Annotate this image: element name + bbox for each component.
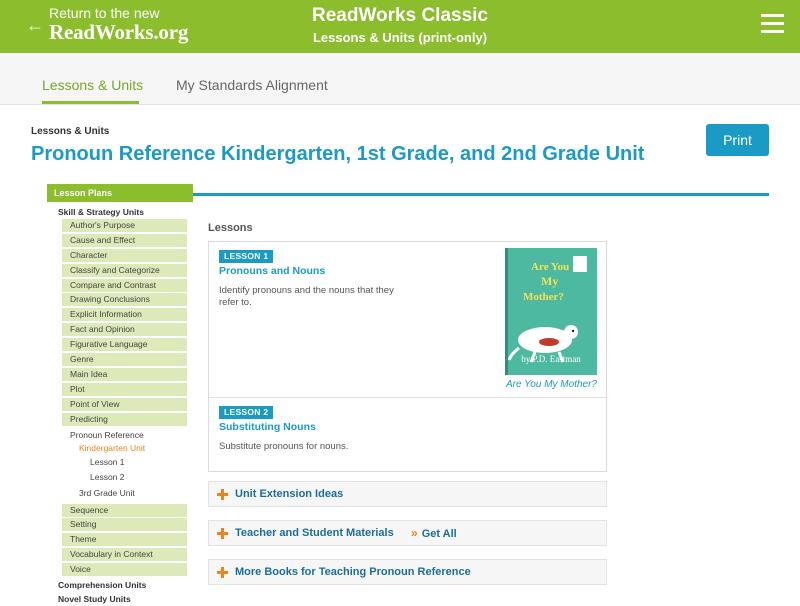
return-link-line1: Return to the new [49, 5, 160, 21]
book-cover-image[interactable]: Are You My Mother? by P.D. Eastman [505, 248, 597, 375]
svg-text:Mother?: Mother? [523, 291, 564, 303]
sidebar-item-drawing-conclusions[interactable]: Drawing Conclusions [62, 293, 187, 307]
sidebar-item-cause-and-effect[interactable]: Cause and Effect [62, 233, 187, 247]
sidebar-item-predicting[interactable]: Predicting [62, 412, 187, 426]
lesson-1-description: Identify pronouns and the nouns that the… [219, 285, 394, 308]
site-title: ReadWorks Classic [311, 5, 488, 26]
tab-bar: Lessons & Units My Standards Alignment [0, 53, 800, 105]
sidebar-item-lesson-2[interactable]: Lesson 2 [47, 471, 193, 484]
readworks-logo-text: ReadWorks.org [49, 20, 189, 44]
site-subtitle: Lessons & Units (print-only) [312, 30, 488, 45]
sidebar-item-fact-and-opinion[interactable]: Fact and Opinion [62, 323, 187, 337]
sidebar-item-point-of-view[interactable]: Point of View [62, 397, 187, 411]
sidebar-item-classify-and-categorize[interactable]: Classify and Categorize [62, 263, 187, 277]
sidebar-item-genre[interactable]: Genre [62, 353, 187, 367]
sidebar-skill-list: Author's Purpose Cause and Effect Characte… [47, 219, 193, 426]
get-all-link[interactable]: » Get All [411, 526, 457, 540]
accordion-more-books[interactable]: More Books for Teaching Pronoun Referenc… [208, 559, 607, 585]
book-title-link[interactable]: Are You My Mother? [499, 379, 597, 390]
sidebar-item-voice[interactable]: Voice [62, 563, 187, 577]
lesson-2-badge: LESSON 2 [219, 406, 274, 419]
sidebar-section-skill-strategy[interactable]: Skill & Strategy Units [47, 205, 193, 219]
header-divider [193, 193, 769, 196]
sidebar-heading-lesson-plans[interactable]: Lesson Plans [47, 184, 193, 202]
sidebar-item-compare-and-contrast[interactable]: Compare and Contrast [62, 278, 187, 292]
lesson-divider [209, 397, 606, 398]
accordion-unit-extension-ideas[interactable]: Unit Extension Ideas [208, 481, 607, 507]
sidebar-item-main-idea[interactable]: Main Idea [62, 367, 187, 381]
sidebar-item-plot[interactable]: Plot [62, 382, 187, 396]
lessons-heading: Lessons [208, 222, 253, 234]
sidebar-section-comprehension[interactable]: Comprehension Units [47, 578, 193, 592]
svg-text:Are You: Are You [531, 261, 569, 273]
accordion-label: More Books for Teaching Pronoun Referenc… [235, 566, 471, 578]
sidebar-item-figurative-language[interactable]: Figurative Language [62, 338, 187, 352]
double-chevron-right-icon: » [411, 526, 418, 540]
accordion-teacher-student-materials[interactable]: Teacher and Student Materials » Get All [208, 520, 607, 546]
sidebar-skill-list-continued: Sequence Setting Theme Vocabulary in Contex… [47, 503, 193, 577]
lesson-1-badge: LESSON 1 [219, 250, 274, 263]
sidebar-item-setting[interactable]: Setting [62, 518, 187, 532]
sidebar-item-sequence[interactable]: Sequence [62, 503, 187, 517]
lesson-2-title-link[interactable]: Substituting Nouns [219, 421, 316, 433]
back-arrow-icon: ← [26, 15, 44, 35]
return-to-new-site-link[interactable]: ← Return to the new ReadWorks.org [26, 5, 188, 43]
hamburger-icon[interactable] [761, 14, 784, 34]
plus-icon [217, 528, 228, 539]
book-author-text: by P.D. Eastman [521, 354, 581, 364]
sidebar-item-pronoun-reference[interactable]: Pronoun Reference [47, 429, 193, 442]
lessons-panel: LESSON 1 Pronouns and Nouns Identify pro… [208, 241, 607, 472]
get-all-label: Get All [421, 528, 457, 540]
sidebar-item-explicit-information[interactable]: Explicit Information [62, 308, 187, 322]
sidebar-item-vocabulary-in-context[interactable]: Vocabulary in Context [62, 548, 187, 562]
plus-icon [217, 567, 228, 578]
tab-lessons-units[interactable]: Lessons & Units [42, 77, 143, 93]
site-brand: ReadWorks Classic Lessons & Units (print… [250, 5, 550, 47]
return-link-text: Return to the new ReadWorks.org [49, 5, 188, 43]
tab-standards-alignment[interactable]: My Standards Alignment [176, 77, 328, 93]
sidebar-item-lesson-1[interactable]: Lesson 1 [47, 456, 193, 469]
plus-icon [217, 489, 228, 500]
svg-text:My: My [541, 274, 558, 288]
sidebar-item-kindergarten-unit[interactable]: Kindergarten Unit [47, 442, 193, 455]
sidebar-nav: Lesson Plans Skill & Strategy Units Auth… [47, 184, 193, 606]
top-banner: ← Return to the new ReadWorks.org ReadWo… [0, 0, 800, 53]
sidebar-section-novel-study[interactable]: Novel Study Units [47, 592, 193, 606]
sidebar-item-author-s-purpose[interactable]: Author's Purpose [62, 219, 187, 232]
sidebar-item-character[interactable]: Character [62, 248, 187, 262]
accordion-label: Unit Extension Ideas [235, 488, 344, 500]
sidebar-item-theme[interactable]: Theme [62, 533, 187, 547]
print-button[interactable]: Print [706, 124, 769, 156]
lesson-2-description: Substitute pronouns for nouns. [219, 441, 349, 452]
active-tab-indicator [42, 101, 139, 104]
lesson-1-title-link[interactable]: Pronouns and Nouns [219, 265, 325, 277]
accordion-label: Teacher and Student Materials [235, 527, 394, 539]
page-title: Pronoun Reference Kindergarten, 1st Grad… [31, 143, 645, 165]
breadcrumb[interactable]: Lessons & Units [31, 126, 109, 137]
sidebar-item-3rd-grade-unit[interactable]: 3rd Grade Unit [47, 487, 193, 500]
